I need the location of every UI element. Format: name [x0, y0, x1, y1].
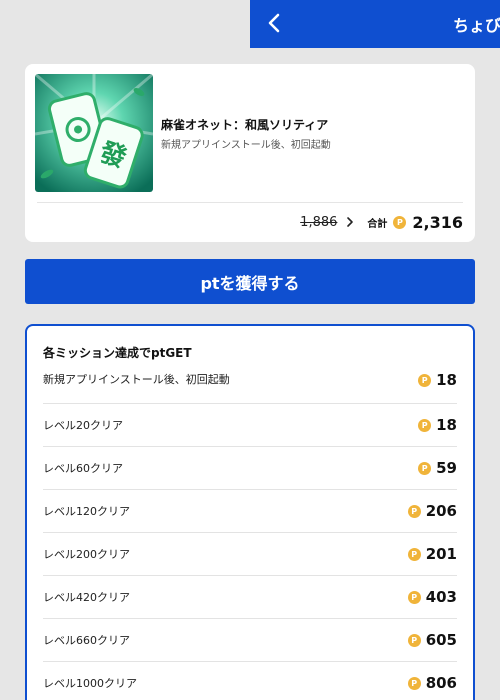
- point-coin-icon: P: [407, 504, 421, 518]
- mission-label: レベル420クリア: [43, 591, 130, 604]
- mission-row: レベル60クリア P 59: [43, 446, 457, 489]
- mission-reward: P 403: [407, 588, 457, 606]
- app-card[interactable]: 發 麻雀オネット：和風ソリティア 新規アプリインストール後、初回起動 1,886…: [25, 64, 475, 242]
- mission-reward: P 18: [418, 371, 457, 389]
- mission-row: レベル660クリア P 605: [43, 618, 457, 661]
- mission-points: 201: [425, 545, 457, 563]
- point-coin-icon: P: [407, 547, 421, 561]
- mission-row: レベル200クリア P 201: [43, 532, 457, 575]
- missions-panel: 各ミッション達成でptGET 新規アプリインストール後、初回起動 P 18 レベル…: [25, 324, 475, 700]
- missions-heading: 各ミッション達成でptGET: [43, 346, 192, 360]
- chevron-left-icon[interactable]: [264, 12, 286, 34]
- get-points-button[interactable]: ptを獲得する: [25, 259, 475, 304]
- mission-points: 806: [425, 674, 457, 692]
- total-points: 2,316: [412, 212, 463, 232]
- mission-label: レベル200クリア: [43, 548, 130, 561]
- mission-reward: P 806: [407, 674, 457, 692]
- point-coin-icon: P: [418, 461, 432, 475]
- top-bar: ちょび: [250, 0, 500, 48]
- mission-row: レベル420クリア P 403: [43, 575, 457, 618]
- points-summary: 1,886 合計 P 2,316: [300, 210, 463, 234]
- divider: [37, 202, 463, 203]
- mission-row: 新規アプリインストール後、初回起動 P 18: [43, 367, 457, 403]
- page-title: ちょび: [453, 16, 500, 35]
- mission-reward: P 605: [407, 631, 457, 649]
- mission-points: 18: [436, 371, 457, 389]
- point-coin-icon: P: [407, 633, 421, 647]
- mission-reward: P 59: [418, 459, 457, 477]
- mission-row: レベル120クリア P 206: [43, 489, 457, 532]
- mission-row: レベル1000クリア P 806: [43, 661, 457, 700]
- mission-reward: P 18: [418, 416, 457, 434]
- mission-label: レベル660クリア: [43, 634, 130, 647]
- mission-label: レベル120クリア: [43, 505, 130, 518]
- mission-row: レベル20クリア P 18: [43, 403, 457, 446]
- point-coin-icon: P: [393, 215, 407, 229]
- point-coin-icon: P: [407, 590, 421, 604]
- mission-label: 新規アプリインストール後、初回起動: [43, 373, 230, 386]
- chevron-right-icon: [347, 217, 354, 227]
- mission-label: レベル60クリア: [43, 462, 123, 475]
- old-points: 1,886: [300, 214, 338, 230]
- mission-list: 新規アプリインストール後、初回起動 P 18 レベル20クリア P 18 レベル60…: [43, 367, 457, 700]
- mission-label: レベル20クリア: [43, 419, 123, 432]
- point-coin-icon: P: [407, 676, 421, 690]
- app-condition: 新規アプリインストール後、初回起動: [161, 140, 331, 151]
- total-label: 合計: [367, 218, 388, 230]
- mission-points: 605: [425, 631, 457, 649]
- mission-points: 403: [425, 588, 457, 606]
- mission-points: 59: [436, 459, 457, 477]
- mission-reward: P 201: [407, 545, 457, 563]
- mission-reward: P 206: [407, 502, 457, 520]
- mission-points: 18: [436, 416, 457, 434]
- mission-label: レベル1000クリア: [43, 677, 137, 690]
- point-coin-icon: P: [418, 418, 432, 432]
- app-thumbnail: 發: [35, 74, 153, 192]
- mission-points: 206: [425, 502, 457, 520]
- app-title: 麻雀オネット：和風ソリティア: [161, 118, 329, 132]
- point-coin-icon: P: [418, 373, 432, 387]
